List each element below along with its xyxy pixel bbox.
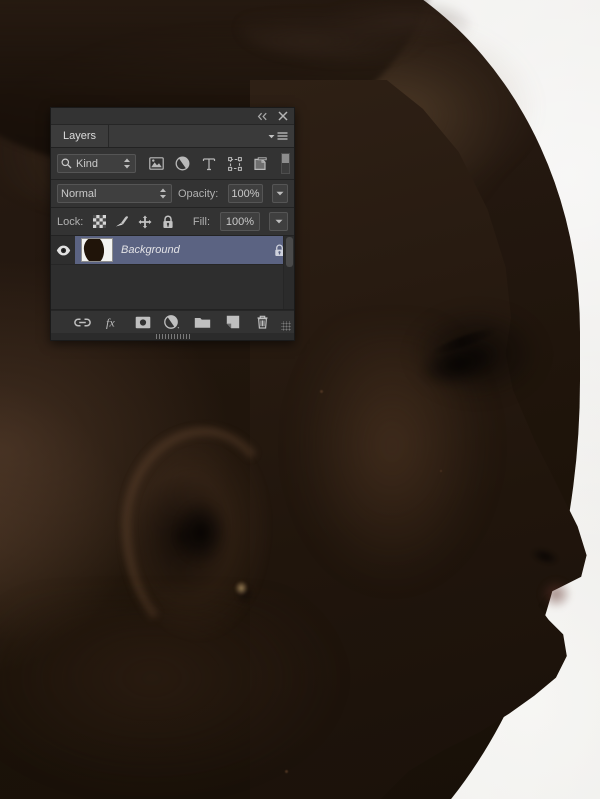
blend-mode-row: Normal Opacity: 100% [51, 180, 294, 208]
layers-panel[interactable]: Layers Kind Normal Opacity: 100% Lock: F… [50, 107, 295, 341]
tab-layers-label: Layers [63, 130, 97, 142]
blend-mode-value: Normal [61, 187, 97, 200]
layer-thumbnail-image [81, 238, 113, 262]
filter-adjustment-layers-icon[interactable] [174, 156, 191, 172]
fill-slider-button[interactable] [269, 212, 288, 231]
tab-layers[interactable]: Layers [51, 125, 110, 147]
layer-mask-button[interactable] [134, 314, 151, 330]
lock-all-icon[interactable] [161, 215, 175, 229]
new-layer-button[interactable] [224, 314, 241, 330]
opacity-value: 100% [231, 187, 260, 200]
layer-list[interactable]: Background [51, 236, 294, 310]
thumbnail-profile-nose [96, 244, 104, 256]
new-group-button[interactable] [194, 314, 211, 330]
new-fill-adjustment-button[interactable] [164, 314, 181, 330]
lock-position-icon[interactable] [138, 215, 152, 229]
close-icon[interactable] [277, 110, 289, 122]
neck-shadow [0, 600, 410, 799]
layer-thumbnail[interactable] [79, 238, 115, 262]
tab-filler [109, 125, 294, 147]
eye-icon [56, 245, 70, 255]
filter-kind-label: Kind [76, 157, 99, 170]
filter-kind-select[interactable]: Kind [57, 154, 137, 173]
link-layers-button[interactable] [74, 314, 91, 330]
filter-shape-layers-icon[interactable] [226, 156, 243, 172]
delete-layer-button[interactable] [254, 314, 271, 330]
layer-visibility-toggle[interactable] [51, 236, 75, 264]
panel-bottom-grip[interactable] [51, 333, 294, 340]
fill-label: Fill: [192, 215, 210, 228]
layer-name-label[interactable]: Background [115, 244, 272, 256]
panel-titlebar [51, 108, 294, 125]
blend-mode-select[interactable]: Normal [57, 184, 172, 203]
screenshot-stage: Layers Kind Normal Opacity: 100% Lock: F… [0, 0, 600, 799]
table-row[interactable]: Background [51, 236, 294, 265]
search-icon [61, 158, 72, 169]
filter-pixel-layers-icon[interactable] [148, 156, 165, 172]
layer-filter-row: Kind [51, 148, 294, 180]
filter-type-layers-icon[interactable] [200, 156, 217, 172]
collapse-to-icons-icon[interactable] [256, 110, 268, 122]
layer-list-scrollbar[interactable] [283, 236, 294, 309]
layer-style-button[interactable]: fx [104, 314, 121, 330]
lock-transparent-pixels-icon[interactable] [92, 215, 106, 229]
layer-list-scroll-thumb[interactable] [286, 237, 293, 267]
svg-text:fx: fx [106, 316, 115, 330]
lock-label: Lock: [57, 215, 84, 228]
skin-speck [440, 470, 442, 472]
skin-speck [285, 770, 288, 773]
layers-panel-toolbar: fx [51, 310, 294, 333]
opacity-input[interactable]: 100% [228, 184, 263, 203]
lock-row: Lock: Fill: 100% [51, 208, 294, 236]
fill-input[interactable]: 100% [220, 212, 260, 231]
blend-mode-stepper[interactable] [159, 188, 168, 199]
lock-buttons [92, 215, 175, 229]
panel-resize-grip[interactable] [281, 321, 291, 331]
panel-menu-icon[interactable] [268, 131, 288, 141]
fill-value: 100% [225, 215, 255, 228]
opacity-label: Opacity: [177, 187, 219, 200]
filter-type-icons [148, 156, 269, 172]
opacity-slider-button[interactable] [271, 184, 288, 203]
filter-smart-objects-icon[interactable] [252, 156, 269, 172]
lip-highlight [538, 578, 578, 616]
panel-tab-row: Layers [51, 125, 294, 148]
filter-enable-toggle[interactable] [281, 153, 290, 174]
filter-kind-stepper[interactable] [123, 158, 132, 169]
panel-grip-dots[interactable] [155, 334, 190, 339]
skin-speck [320, 390, 323, 393]
lock-image-pixels-icon[interactable] [115, 215, 129, 229]
